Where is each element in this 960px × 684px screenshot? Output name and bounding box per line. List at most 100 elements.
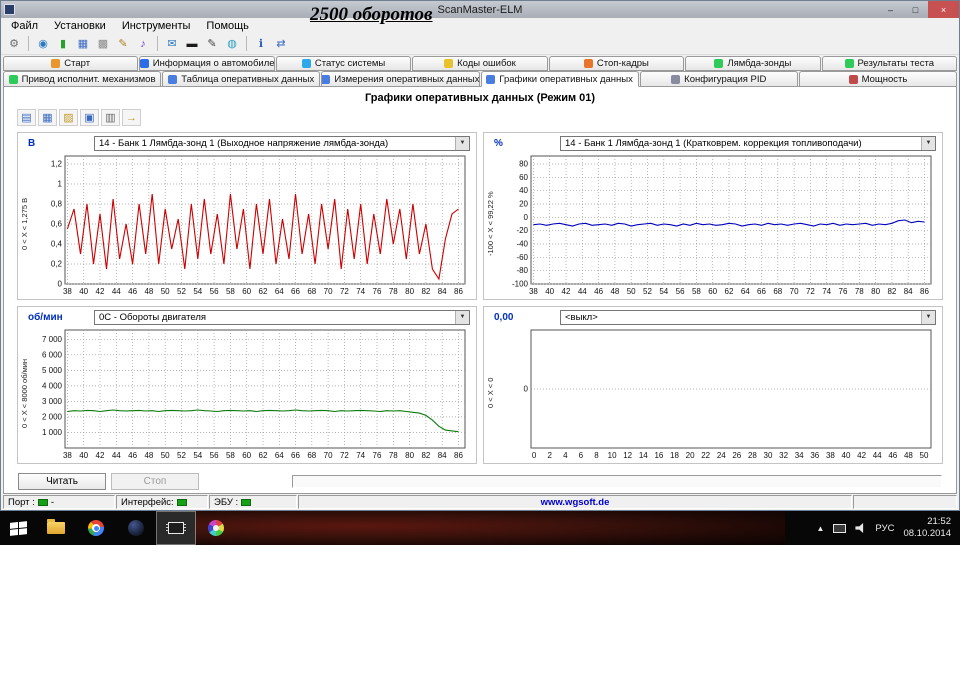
svg-text:74: 74 xyxy=(356,451,365,460)
globe-icon[interactable]: ◉ xyxy=(34,35,52,52)
svg-text:64: 64 xyxy=(275,287,284,296)
svg-text:84: 84 xyxy=(438,287,447,296)
file-explorer-button[interactable] xyxy=(36,511,76,545)
pid-select[interactable]: 0C - Обороты двигателя ▼ xyxy=(94,309,470,325)
calculator-icon[interactable]: ▩ xyxy=(94,35,112,52)
tab-trouble-codes[interactable]: Коды ошибок xyxy=(412,56,548,71)
menu-item-1[interactable]: Установки xyxy=(46,20,114,32)
display-icon[interactable]: ▬ xyxy=(183,35,201,52)
svg-text:42: 42 xyxy=(857,451,866,460)
main-toolbar: ⚙ ◉ ▮ ▦ ▩ ✎ ♪ ✉ ▬ ✎ ◍ ℹ ⇄ xyxy=(1,33,959,55)
chart-grid-icon[interactable]: ▦ xyxy=(38,109,57,126)
chevron-down-icon[interactable]: ▼ xyxy=(455,310,469,324)
chat-icon[interactable]: ✉ xyxy=(163,35,181,52)
svg-text:50: 50 xyxy=(627,287,636,296)
close-button[interactable]: × xyxy=(928,1,959,18)
notes-icon[interactable]: ✎ xyxy=(114,35,132,52)
svg-text:42: 42 xyxy=(562,287,571,296)
tab-live-data-table[interactable]: Таблица оперативных данных xyxy=(162,71,321,87)
svg-text:48: 48 xyxy=(610,287,619,296)
stop-button[interactable]: Стоп xyxy=(111,473,199,490)
menu-item-3[interactable]: Помощь xyxy=(198,20,257,32)
svg-text:48: 48 xyxy=(904,451,913,460)
scanmaster-app-button[interactable] xyxy=(156,511,196,545)
taskbar: ▲ РУС 21:52 08.10.2014 xyxy=(0,511,960,545)
pid-select[interactable]: 14 - Банк 1 Лямбда-зонд 1 (Кратковрем. к… xyxy=(560,135,936,151)
tab-live-data-measure[interactable]: Измерения оперативных данных xyxy=(321,71,480,87)
save-icon[interactable]: ▣ xyxy=(80,109,99,126)
svg-text:70: 70 xyxy=(790,287,799,296)
svg-text:60: 60 xyxy=(519,173,528,182)
browser-button[interactable] xyxy=(116,511,156,545)
svg-text:2: 2 xyxy=(547,451,552,460)
svg-text:52: 52 xyxy=(177,451,186,460)
status-port: Порт : - xyxy=(3,495,115,509)
music-icon[interactable]: ♪ xyxy=(134,35,152,52)
print-icon[interactable]: ▥ xyxy=(101,109,120,126)
pid-select[interactable]: <выкл> ▼ xyxy=(560,309,936,325)
svg-text:56: 56 xyxy=(210,287,219,296)
pid-select[interactable]: 14 - Банк 1 Лямбда-зонд 1 (Выходное напр… xyxy=(94,135,470,151)
table-icon[interactable]: ▦ xyxy=(74,35,92,52)
chrome-button[interactable] xyxy=(76,511,116,545)
svg-text:86: 86 xyxy=(920,287,929,296)
svg-text:82: 82 xyxy=(421,287,430,296)
tab-pid-config[interactable]: Конфигурация PID xyxy=(639,71,798,87)
svg-text:66: 66 xyxy=(291,451,300,460)
menu-item-2[interactable]: Инструменты xyxy=(114,20,199,32)
language-indicator[interactable]: РУС xyxy=(875,523,894,534)
menu-item-0[interactable]: Файл xyxy=(3,20,46,32)
minimize-button[interactable]: – xyxy=(878,1,903,18)
chevron-down-icon[interactable]: ▼ xyxy=(455,136,469,150)
chart-style-icon[interactable]: ▤ xyxy=(17,109,36,126)
pen-icon[interactable]: ✎ xyxy=(203,35,221,52)
svg-text:66: 66 xyxy=(757,287,766,296)
tools-icon[interactable]: ⚙ xyxy=(5,35,23,52)
chart-panel-engine-rpm: об/мин 0C - Обороты двигателя ▼ 0 < X < 800… xyxy=(17,306,477,464)
tray-expand-icon[interactable]: ▲ xyxy=(817,524,825,533)
svg-text:50: 50 xyxy=(161,287,170,296)
tab-label: Лямбда-зонды xyxy=(727,58,792,69)
tab-label: Старт xyxy=(64,58,91,69)
tab-label: Коды ошибок xyxy=(457,58,516,69)
network-icon[interactable] xyxy=(833,523,847,533)
svg-text:46: 46 xyxy=(128,287,137,296)
chevron-down-icon[interactable]: ▼ xyxy=(921,310,935,324)
restore-button[interactable]: □ xyxy=(903,1,928,18)
svg-text:0,8: 0,8 xyxy=(51,200,63,209)
tab-lambda-sensors[interactable]: Лямбда-зонды xyxy=(685,56,821,71)
tab-live-data-graphs[interactable]: Графики оперативных данных xyxy=(480,71,639,87)
svg-text:68: 68 xyxy=(307,451,316,460)
tab-freeze-frames[interactable]: Стоп-кадры xyxy=(548,56,685,71)
svg-text:70: 70 xyxy=(324,451,333,460)
info-icon[interactable]: ℹ xyxy=(252,35,270,52)
tab-power[interactable]: Мощность xyxy=(798,71,958,87)
open-icon[interactable]: ▨ xyxy=(59,109,78,126)
svg-text:38: 38 xyxy=(63,287,72,296)
website-link[interactable]: www.wgsoft.de xyxy=(541,497,610,508)
tab-system-status[interactable]: Статус системы xyxy=(275,56,412,71)
chart-unit-label: В xyxy=(28,137,36,149)
graphics-app-button[interactable] xyxy=(196,511,236,545)
start-button[interactable] xyxy=(0,511,36,545)
live-data-measure-icon xyxy=(322,74,331,84)
tab-start[interactable]: Старт xyxy=(3,56,139,71)
tab-test-results[interactable]: Результаты теста xyxy=(821,56,957,71)
read-button[interactable]: Читать xyxy=(18,473,106,490)
chart-panel-lambda-voltage: В 14 - Банк 1 Лямбда-зонд 1 (Выходное нап… xyxy=(17,132,477,300)
test-results-icon xyxy=(844,59,854,68)
svg-text:66: 66 xyxy=(291,287,300,296)
connect-icon[interactable]: ▮ xyxy=(54,35,72,52)
status-bar: Порт : - Интерфейс: ЭБУ : www.wgsoft.de xyxy=(3,495,957,509)
tab-actuators[interactable]: Привод исполнит. механизмов xyxy=(3,71,162,87)
tab-vehicle-info[interactable]: Информация о автомобиле xyxy=(139,56,275,71)
volume-icon[interactable] xyxy=(855,523,864,533)
chevron-down-icon[interactable]: ▼ xyxy=(921,136,935,150)
svg-text:72: 72 xyxy=(806,287,815,296)
usb-icon[interactable]: ⇄ xyxy=(272,35,290,52)
export-icon[interactable]: → xyxy=(122,109,141,126)
svg-text:52: 52 xyxy=(177,287,186,296)
clock[interactable]: 21:52 08.10.2014 xyxy=(903,516,951,541)
globe-small-icon[interactable]: ◍ xyxy=(223,35,241,52)
svg-text:84: 84 xyxy=(438,451,447,460)
